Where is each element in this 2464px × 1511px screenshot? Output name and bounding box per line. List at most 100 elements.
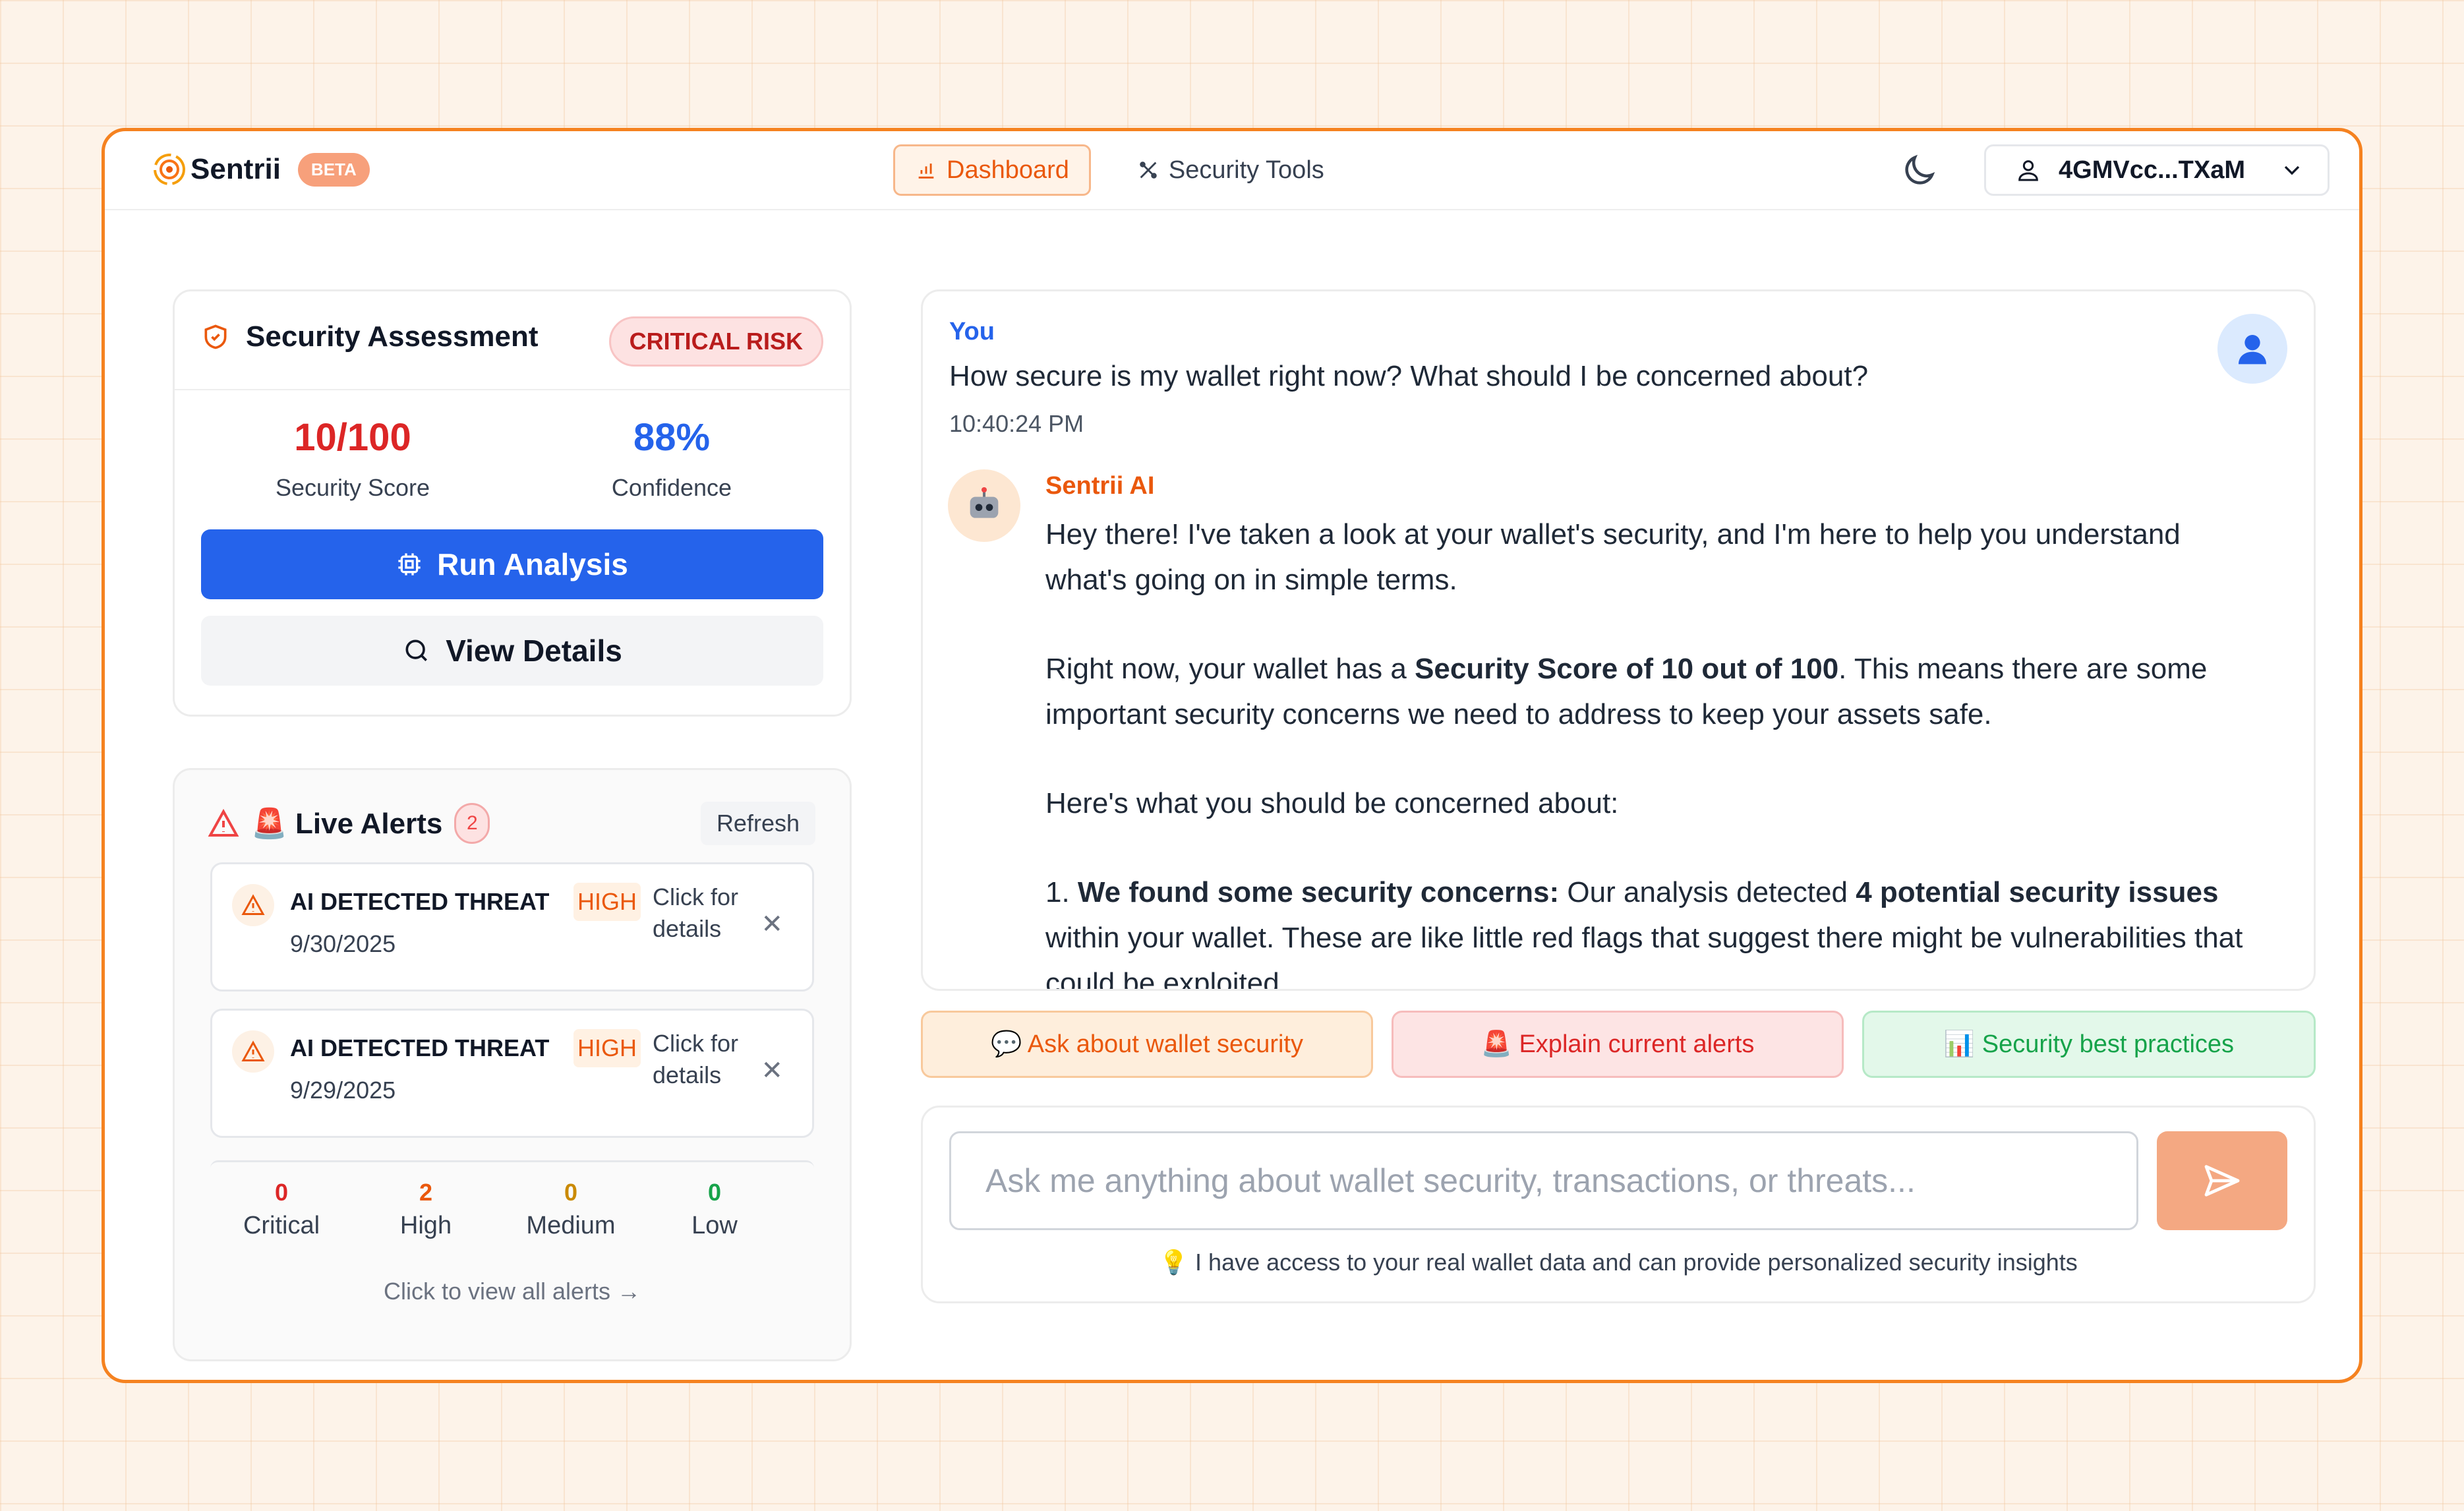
bot-paragraph: Here's what you should be concerned abou…	[1045, 787, 1619, 819]
bot-bold-text: 4 potential security issues	[1856, 876, 2219, 908]
user-message-author: You	[949, 318, 995, 345]
tools-icon	[1140, 162, 1157, 179]
send-button[interactable]	[2157, 1131, 2287, 1230]
stat-low-value: 0	[707, 1179, 722, 1206]
wallet-address: 4GMVcc...TXaM	[2059, 156, 2245, 184]
view-details-label: View Details	[446, 634, 622, 668]
bot-text: within your wallet. These are like littl…	[1045, 922, 2243, 991]
confidence-value: 88%	[633, 416, 711, 459]
nav-dashboard-label: Dashboard	[947, 156, 1069, 184]
alert-severity-badge: HIGH	[573, 1029, 641, 1067]
stat-high-label: High	[399, 1212, 452, 1239]
alerts-header: 🚨 Live Alerts 2	[208, 803, 490, 844]
nav-security-tools[interactable]: Security Tools	[1117, 144, 1344, 196]
alert-title: AI DETECTED THREAT	[290, 888, 550, 915]
app-name: Sentrii	[191, 153, 281, 185]
bot-paragraph: Right now, your wallet has a Security Sc…	[1045, 646, 2245, 737]
alert-details-link[interactable]: Click for details	[653, 881, 758, 945]
dismiss-alert-close-icon[interactable]: ✕	[761, 1055, 783, 1086]
bot-paragraph: 1. We found some security concerns: Our …	[1045, 870, 2245, 991]
risk-level-badge: CRITICAL RISK	[608, 316, 823, 367]
bot-bold-text: We found some security concerns:	[1077, 876, 1560, 908]
alerts-title: 🚨 Live Alerts	[251, 808, 443, 840]
nav-security-tools-label: Security Tools	[1168, 156, 1324, 184]
wallet-selector[interactable]: 4GMVcc...TXaM	[1984, 144, 2330, 196]
confidence-metric: 88% Confidence	[520, 415, 823, 502]
sentrii-logo-icon	[154, 154, 185, 185]
bot-message-author: Sentrii AI	[1045, 472, 1155, 500]
alert-date: 9/30/2025	[290, 930, 396, 957]
robot-icon	[970, 487, 999, 518]
quick-action-explain-alerts[interactable]: 🚨 Explain current alerts	[1392, 1011, 1844, 1078]
dark-mode-toggle-icon[interactable]	[1899, 151, 1939, 191]
quick-action-wallet-security[interactable]: 💬 Ask about wallet security	[921, 1011, 1373, 1078]
logo[interactable]: Sentrii BETA	[152, 150, 370, 189]
chevron-down-icon	[2284, 165, 2300, 175]
stat-high-value: 2	[419, 1179, 433, 1206]
chat-input-card: 💡 I have access to your real wallet data…	[921, 1106, 2316, 1303]
live-alerts-card: 🚨 Live Alerts 2 Refresh AI DETECTED THRE…	[173, 768, 852, 1361]
run-analysis-button[interactable]: Run Analysis	[201, 529, 823, 599]
bot-text: Right now, your wallet has a	[1045, 653, 1415, 685]
user-avatar	[2217, 314, 2287, 384]
bot-bold-text: Security Score of 10 out of 100	[1415, 653, 1839, 685]
warning-triangle-icon	[208, 808, 239, 837]
stat-high: 2 High	[360, 1179, 492, 1240]
chat-message-input[interactable]	[949, 1131, 2138, 1230]
refresh-button[interactable]: Refresh	[700, 802, 815, 845]
warning-icon	[232, 1030, 274, 1073]
app-window: Sentrii BETA Dashboard Security Tools 4G…	[102, 128, 2362, 1383]
nav-dashboard[interactable]: Dashboard	[893, 144, 1091, 196]
stat-low: 0 Low	[649, 1179, 780, 1240]
view-all-alerts-link[interactable]: Click to view all alerts →	[175, 1278, 850, 1305]
stat-medium: 0 Medium	[505, 1179, 637, 1240]
user-message-text: How secure is my wallet right now? What …	[949, 360, 1869, 392]
bot-paragraph: Hey there! I've taken a look at your wal…	[1045, 518, 2181, 596]
alert-details-link[interactable]: Click for details	[653, 1028, 758, 1091]
search-icon	[405, 639, 428, 661]
chat-panel: You How secure is my wallet right now? W…	[921, 289, 2316, 991]
view-details-button[interactable]: View Details	[201, 616, 823, 686]
stat-medium-label: Medium	[526, 1212, 616, 1239]
assessment-title: Security Assessment	[201, 320, 538, 353]
security-assessment-card: Security Assessment CRITICAL RISK 10/100…	[173, 289, 852, 717]
main-nav: Dashboard Security Tools	[893, 144, 1344, 196]
security-score-label: Security Score	[275, 474, 430, 501]
stat-medium-value: 0	[564, 1179, 578, 1206]
warning-icon	[232, 884, 274, 926]
bar-chart-icon	[918, 163, 934, 179]
assessment-header: Security Assessment CRITICAL RISK	[175, 291, 850, 390]
stat-critical-label: Critical	[243, 1212, 320, 1239]
confidence-label: Confidence	[611, 474, 732, 501]
alerts-list-divider	[210, 1160, 814, 1168]
bot-avatar	[948, 469, 1020, 542]
bot-text: 1.	[1045, 876, 1078, 908]
stat-low-label: Low	[691, 1212, 738, 1239]
user-message-time: 10:40:24 PM	[949, 410, 1084, 437]
user-avatar-icon	[2239, 335, 2266, 365]
cpu-icon	[398, 553, 421, 576]
user-icon	[2018, 160, 2038, 181]
alert-date: 9/29/2025	[290, 1077, 396, 1104]
send-icon	[2204, 1165, 2240, 1197]
alerts-count-badge: 2	[454, 803, 490, 844]
bot-message-body: Hey there! I've taken a look at your wal…	[1045, 512, 2245, 991]
alert-item[interactable]: AI DETECTED THREAT HIGH 9/30/2025 Click …	[210, 862, 814, 992]
quick-action-best-practices[interactable]: 📊 Security best practices	[1862, 1011, 2316, 1078]
alert-item[interactable]: AI DETECTED THREAT HIGH 9/29/2025 Click …	[210, 1009, 814, 1138]
run-analysis-label: Run Analysis	[437, 547, 628, 581]
assessment-title-text: Security Assessment	[246, 320, 539, 353]
alert-severity-badge: HIGH	[573, 883, 641, 921]
security-score-metric: 10/100 Security Score	[201, 415, 504, 502]
bot-text: Our analysis detected	[1559, 876, 1856, 908]
severity-stats: 0 Critical 2 High 0 Medium 0 Low	[210, 1179, 814, 1258]
top-nav-bar: Sentrii BETA Dashboard Security Tools 4G…	[105, 131, 2359, 210]
dismiss-alert-close-icon[interactable]: ✕	[761, 909, 783, 939]
stat-critical: 0 Critical	[216, 1179, 347, 1240]
security-score-value: 10/100	[294, 416, 411, 459]
alert-title: AI DETECTED THREAT	[290, 1034, 550, 1061]
beta-badge: BETA	[297, 152, 370, 187]
shield-check-icon	[204, 324, 227, 349]
input-hint: 💡 I have access to your real wallet data…	[1159, 1249, 2078, 1276]
stat-critical-value: 0	[274, 1179, 289, 1206]
